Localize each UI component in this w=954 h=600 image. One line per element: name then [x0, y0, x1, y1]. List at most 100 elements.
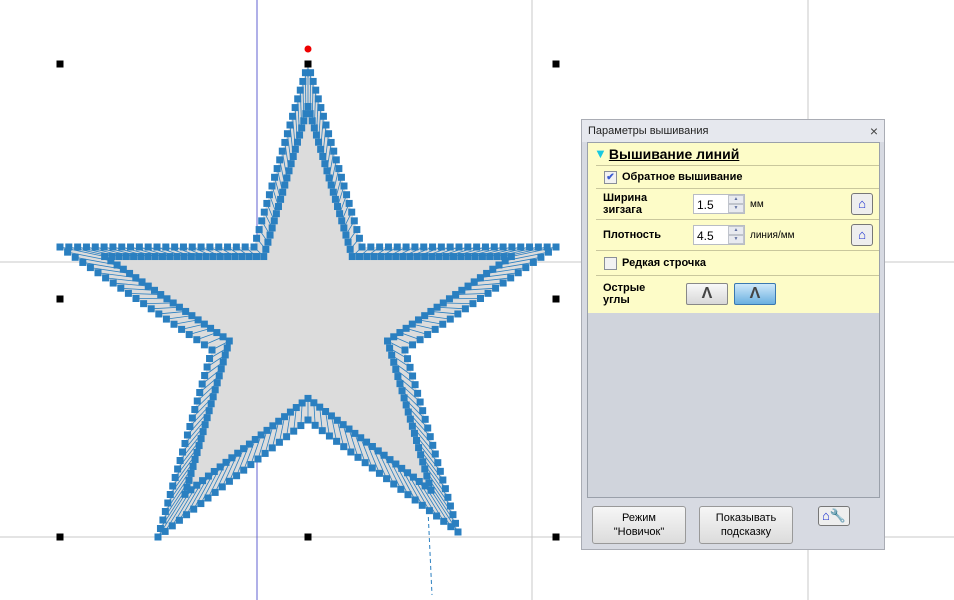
stitch-point — [431, 325, 439, 333]
stitch-point — [221, 351, 229, 359]
sparse-stitch-checkbox[interactable]: Редкая строчка — [596, 250, 879, 275]
stitch-point — [337, 173, 345, 181]
corner-style-button-2[interactable]: Λ — [734, 283, 776, 305]
stitch-point — [332, 156, 340, 164]
resize-handle[interactable] — [552, 295, 560, 303]
corner-style-button-1[interactable]: Λ — [686, 283, 728, 305]
checkbox-label: Редкая строчка — [622, 257, 706, 269]
close-icon[interactable]: × — [870, 120, 878, 142]
stitch-point — [427, 307, 435, 315]
resize-handle[interactable] — [304, 60, 312, 68]
stitch-point — [450, 253, 458, 261]
stitch-point — [390, 333, 398, 341]
resize-handle[interactable] — [304, 533, 312, 541]
stitch-point — [350, 217, 358, 225]
stitch-point — [276, 156, 284, 164]
stitch-point — [260, 253, 268, 261]
density-input[interactable]: 4.5 ▲ ▼ — [693, 225, 745, 245]
stitch-point — [384, 243, 392, 251]
stitch-point — [392, 253, 400, 261]
stitch-point — [255, 226, 263, 234]
stitch-point — [388, 351, 396, 359]
stitch-point — [424, 331, 432, 339]
stitch-point — [413, 436, 421, 444]
stitch-point — [370, 253, 378, 261]
stitch-point — [144, 282, 152, 290]
section-line-embroidery[interactable]: ▼ Вышивание линий — [588, 143, 879, 165]
star-embroidery — [56, 60, 560, 541]
stitch-point — [356, 253, 364, 261]
stitch-point — [263, 199, 271, 207]
stitch-point — [419, 458, 427, 466]
stitch-point — [421, 415, 429, 423]
resize-handle[interactable] — [56, 295, 64, 303]
novice-mode-button[interactable]: Режим "Новичок" — [592, 506, 686, 544]
spin-down-icon[interactable]: ▼ — [728, 204, 744, 213]
stitch-point — [261, 449, 269, 457]
stitch-point — [311, 421, 319, 429]
stitch-point — [157, 291, 165, 299]
stitch-point — [384, 337, 392, 345]
stitch-point — [233, 472, 241, 480]
stitch-point — [411, 496, 419, 504]
stitch-point — [537, 253, 545, 261]
show-hint-button[interactable]: Показывать подсказку — [699, 506, 793, 544]
stitch-point — [424, 424, 432, 432]
panel-title: Параметры вышивания — [588, 125, 709, 137]
section-title: Вышивание линий — [608, 146, 740, 162]
stitch-point — [179, 243, 187, 251]
stitch-point — [411, 243, 419, 251]
default-home-button[interactable]: ⌂ — [851, 193, 873, 215]
stitch-point — [289, 153, 297, 160]
stitch-point — [469, 300, 477, 308]
stitch-point — [446, 502, 454, 510]
stitch-point — [201, 372, 209, 379]
stitch-point — [200, 341, 208, 349]
stitch-point — [195, 442, 203, 450]
triangle-down-icon: ▼ — [594, 146, 607, 161]
stitch-point — [113, 261, 121, 269]
stitch-point — [376, 243, 384, 251]
stitch-point — [302, 110, 310, 118]
reverse-embroidery-checkbox[interactable]: ✔ Обратное вышивание — [596, 165, 879, 188]
stitch-point — [416, 398, 424, 406]
stitch-point — [270, 217, 278, 225]
resize-handle[interactable] — [56, 533, 64, 541]
stitch-point — [309, 77, 317, 85]
stitch-point — [283, 433, 291, 441]
stitch-point — [124, 289, 132, 297]
stitch-point — [74, 243, 82, 251]
resize-handle[interactable] — [552, 533, 560, 541]
stitch-point — [347, 448, 355, 456]
spin-up-icon[interactable]: ▲ — [728, 226, 744, 235]
default-home-button[interactable]: ⌂ — [851, 224, 873, 246]
resize-handle[interactable] — [552, 60, 560, 68]
spin-down-icon[interactable]: ▼ — [728, 235, 744, 244]
stitch-point — [296, 131, 304, 139]
stitch-point — [331, 195, 339, 203]
stitch-point — [213, 379, 221, 387]
stitch-point — [278, 147, 286, 155]
stitch-point — [470, 278, 478, 286]
stitch-point — [325, 432, 333, 440]
stitch-point — [260, 208, 268, 216]
stitch-point — [348, 208, 356, 216]
stitch-point — [410, 429, 418, 437]
stitch-point — [135, 243, 143, 251]
stitch-point — [447, 523, 455, 531]
spin-up-icon[interactable]: ▲ — [728, 195, 744, 204]
zigzag-width-input[interactable]: 1.5 ▲ ▼ — [693, 194, 745, 214]
stitch-point — [196, 389, 204, 396]
resize-handle[interactable] — [56, 60, 64, 68]
stitch-point — [159, 516, 167, 524]
stitch-point — [102, 274, 110, 282]
settings-home-wrench-button[interactable]: ⌂🔧 — [818, 506, 850, 526]
stitch-point — [375, 469, 383, 477]
embroidery-params-panel: Параметры вышивания × ▼ Вышивание линий ✔ О… — [581, 119, 885, 550]
stitch-point — [418, 501, 426, 509]
stitch-point — [118, 243, 126, 251]
stitch-point — [275, 438, 283, 446]
stitch-point — [327, 138, 335, 146]
stitch-point — [343, 191, 351, 199]
stitch-point — [179, 448, 187, 456]
